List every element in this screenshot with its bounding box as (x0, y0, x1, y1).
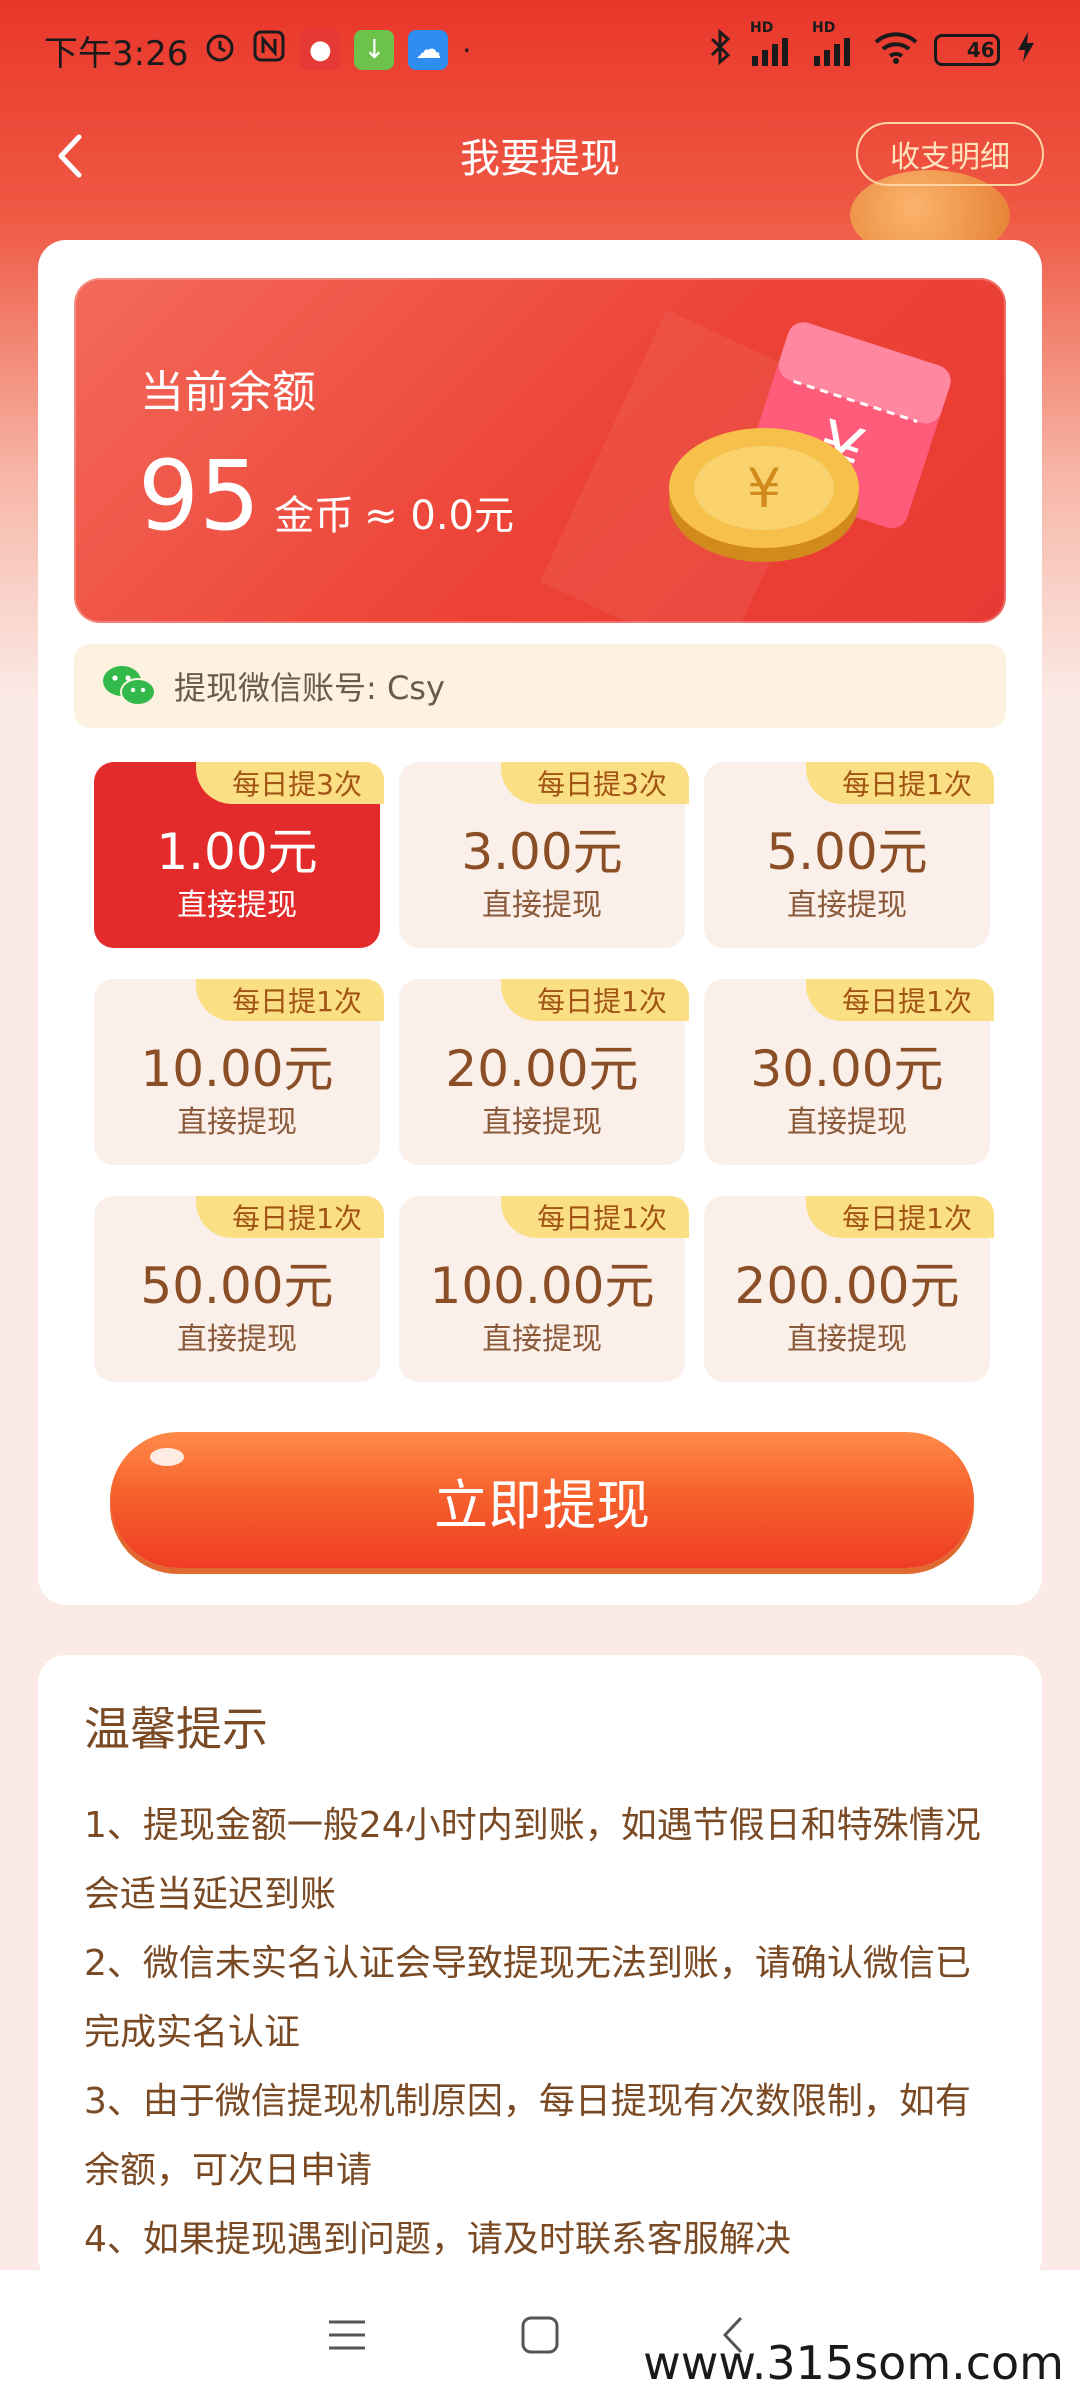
withdraw-option[interactable]: 每日提1次 10.00元 直接提现 (94, 979, 384, 1165)
home-button[interactable] (510, 2305, 570, 2365)
option-limit-badge: 每日提1次 (501, 979, 689, 1021)
withdraw-option[interactable]: 每日提1次 30.00元 直接提现 (704, 979, 994, 1165)
nav-bar: 我要提现 收支明细 (0, 110, 1080, 200)
nfc-icon (252, 29, 286, 72)
withdraw-option[interactable]: 每日提3次 3.00元 直接提现 (399, 762, 689, 948)
coin-ticket-icon: ¥ ¥ (669, 322, 951, 562)
option-subtitle: 直接提现 (787, 1322, 907, 1357)
option-subtitle: 直接提现 (787, 1105, 907, 1140)
option-amount: 5.00元 (766, 823, 928, 881)
balance-label: 当前余额 (140, 367, 316, 418)
withdraw-option[interactable]: 每日提3次 1.00元 直接提现 (94, 762, 384, 948)
withdraw-option[interactable]: 每日提1次 100.00元 直接提现 (399, 1196, 689, 1382)
withdraw-now-button[interactable]: 立即提现 (110, 1432, 974, 1568)
wifi-icon (874, 30, 918, 71)
transaction-history-button[interactable]: 收支明细 (856, 122, 1044, 186)
bluetooth-icon (706, 28, 734, 72)
option-amount: 50.00元 (140, 1257, 334, 1315)
tip-item: 2、微信未实名认证会导致提现无法到账，请确认微信已完成实名认证 (84, 1943, 971, 2053)
watermark: www.315som.com (643, 2336, 1064, 2390)
option-subtitle: 直接提现 (177, 1105, 297, 1140)
balance-unit: 金币 (274, 493, 355, 539)
option-subtitle: 直接提现 (177, 888, 297, 923)
hd-label: HD (812, 20, 836, 36)
page-title: 我要提现 (460, 136, 620, 182)
svg-text:¥: ¥ (747, 457, 781, 520)
hd-label: HD (750, 20, 774, 36)
withdraw-card: 当前余额 95 金币 ≈ 0.0元 ¥ ¥ 提现微信账号: Csy 每日提3次 … (38, 240, 1042, 1605)
option-amount: 1.00元 (156, 823, 318, 881)
app-notification-icon: ● (300, 30, 341, 70)
option-amount: 30.00元 (750, 1040, 944, 1098)
signal-icon-1: HD (750, 20, 796, 66)
home-icon (521, 2316, 559, 2354)
battery-indicator: 46 (934, 34, 1000, 66)
withdraw-option[interactable]: 每日提1次 200.00元 直接提现 (704, 1196, 994, 1382)
option-limit-badge: 每日提3次 (196, 762, 384, 804)
withdraw-option[interactable]: 每日提1次 50.00元 直接提现 (94, 1196, 384, 1382)
wechat-account-text: 提现微信账号: Csy (174, 669, 445, 707)
menu-button[interactable] (317, 2305, 377, 2365)
option-limit-badge: 每日提1次 (196, 979, 384, 1021)
signal-icon-2: HD (812, 20, 858, 66)
balance-card: 当前余额 95 金币 ≈ 0.0元 ¥ ¥ (74, 278, 1006, 623)
balance-approx: ≈ 0.0元 (364, 493, 514, 539)
withdraw-options-grid: 每日提3次 1.00元 直接提现 每日提3次 3.00元 直接提现 每日提1次 … (94, 762, 994, 1382)
download-icon: ↓ (354, 30, 395, 70)
charging-icon (1016, 30, 1036, 71)
tip-item: 1、提现金额一般24小时内到账，如遇节假日和特殊情况会适当延迟到账 (84, 1805, 981, 1915)
dot-icon: · (462, 33, 472, 67)
option-amount: 3.00元 (461, 823, 623, 881)
cloud-icon: ☁ (408, 30, 449, 70)
withdraw-option[interactable]: 每日提1次 20.00元 直接提现 (399, 979, 689, 1165)
status-time: 下午3:26 (44, 33, 189, 74)
option-amount: 100.00元 (429, 1257, 655, 1315)
menu-icon (328, 2320, 365, 2350)
option-subtitle: 直接提现 (482, 1322, 602, 1357)
option-subtitle: 直接提现 (787, 888, 907, 923)
balance-amount: 95 (138, 440, 261, 552)
wechat-icon (103, 666, 156, 706)
option-amount: 10.00元 (140, 1040, 334, 1098)
back-button[interactable] (40, 126, 100, 186)
tip-item: 3、由于微信提现机制原因，每日提现有次数限制，如有余额，可次日申请 (84, 2081, 971, 2191)
option-subtitle: 直接提现 (482, 888, 602, 923)
alarm-icon (202, 28, 238, 73)
option-subtitle: 直接提现 (177, 1322, 297, 1357)
option-limit-badge: 每日提1次 (501, 1196, 689, 1238)
option-limit-badge: 每日提3次 (501, 762, 689, 804)
option-limit-badge: 每日提1次 (806, 762, 994, 804)
balance-row: 95 金币 ≈ 0.0元 (138, 448, 514, 544)
option-subtitle: 直接提现 (482, 1105, 602, 1140)
withdraw-option[interactable]: 每日提1次 5.00元 直接提现 (704, 762, 994, 948)
option-limit-badge: 每日提1次 (196, 1196, 384, 1238)
wechat-account-bar: 提现微信账号: Csy (74, 644, 1006, 728)
tips-title: 温馨提示 (84, 1702, 268, 1756)
option-limit-badge: 每日提1次 (806, 979, 994, 1021)
option-amount: 20.00元 (445, 1040, 639, 1098)
option-amount: 200.00元 (734, 1257, 960, 1315)
status-bar: 下午3:26 ● ↓ ☁ · HD HD 46 (0, 0, 1080, 100)
option-limit-badge: 每日提1次 (806, 1196, 994, 1238)
battery-level: 46 (966, 38, 995, 62)
tips-card: 温馨提示 1、提现金额一般24小时内到账，如遇节假日和特殊情况会适当延迟到账 2… (38, 1655, 1042, 2285)
chevron-left-icon (58, 134, 82, 178)
tip-item: 4、如果提现遇到问题，请及时联系客服解决 (84, 2219, 791, 2260)
